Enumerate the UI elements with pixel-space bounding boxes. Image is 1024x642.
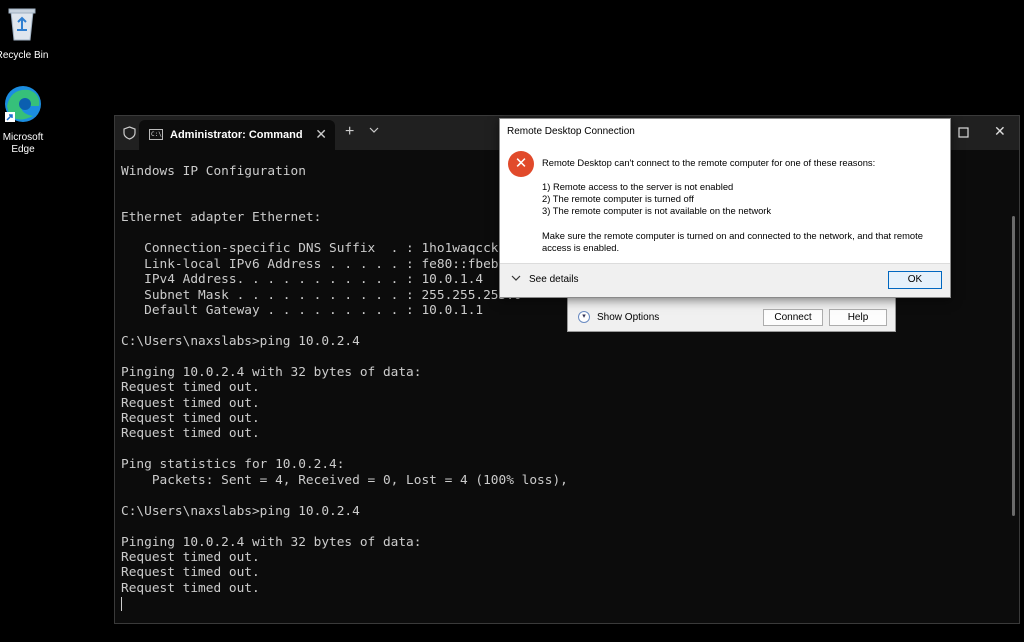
terminal-line: Request timed out. (121, 426, 260, 442)
terminal-cursor-line[interactable] (121, 596, 1009, 611)
advice-line-2: access is enabled. (542, 242, 620, 253)
terminal-line: Pinging 10.0.2.4 with 32 bytes of data: (121, 364, 422, 380)
ok-button[interactable]: OK (888, 271, 942, 289)
terminal-line: Ping statistics for 10.0.2.4: (121, 457, 345, 473)
show-options-chevron-icon[interactable]: ▾ (578, 311, 590, 323)
terminal-line: Request timed out. (121, 411, 260, 426)
shield-icon (123, 126, 136, 145)
chevron-down-icon[interactable] (511, 273, 521, 284)
reason-3: 3) The remote computer is not available … (542, 205, 772, 216)
desktop-icon-recycle-bin[interactable]: Recycle Bin (0, 4, 52, 62)
dialog-footer: See details OK (500, 263, 950, 297)
dialog-title: Remote Desktop Connection (507, 126, 635, 137)
reason-1: 1) Remote access to the server is not en… (542, 181, 734, 192)
error-dialog: Remote Desktop Connection ✕ Remote Deskt… (499, 118, 951, 298)
terminal-line: Request timed out. (121, 580, 260, 596)
terminal-line: Request timed out. (121, 395, 260, 411)
terminal-line: Packets: Sent = 4, Received = 0, Lost = … (121, 472, 568, 488)
terminal-line: C:\Users\naxslabs>ping 10.0.2.4 (121, 333, 360, 349)
terminal-line: Request timed out. (121, 565, 260, 581)
terminal-line: Request timed out. (121, 380, 260, 396)
desktop-icon-label: Recycle Bin (0, 50, 49, 61)
recycle-bin-icon (0, 4, 52, 46)
error-heading: Remote Desktop can't connect to the remo… (542, 157, 876, 168)
tab-close-icon[interactable]: ✕ (315, 126, 327, 143)
tab-title: Administrator: Command Pro (170, 129, 305, 141)
desktop-icon-label: Microsoft Edge (2, 132, 44, 155)
maximize-button[interactable] (958, 125, 969, 141)
text-cursor (121, 596, 122, 611)
new-tab-button[interactable]: + (345, 123, 354, 141)
tab-dropdown-icon[interactable] (369, 125, 379, 136)
cmd-icon: C:\ (149, 129, 163, 140)
see-details-button[interactable]: See details (529, 274, 578, 285)
advice-line-1: Make sure the remote computer is turned … (542, 230, 923, 241)
help-button[interactable]: Help (829, 309, 887, 326)
terminal-line: Request timed out. (121, 549, 260, 565)
show-options-link[interactable]: Show Options (597, 312, 659, 323)
connect-button[interactable]: Connect (763, 309, 823, 326)
edge-icon (0, 84, 53, 128)
close-window-button[interactable]: ✕ (994, 123, 1006, 140)
terminal-line: Pinging 10.0.2.4 with 32 bytes of data: (121, 534, 422, 550)
scrollbar[interactable] (1012, 216, 1015, 516)
tab-command-prompt[interactable]: C:\ Administrator: Command Pro ✕ (139, 120, 335, 150)
reason-2: 2) The remote computer is turned off (542, 193, 694, 204)
terminal-line: C:\Users\naxslabs>ping 10.0.2.4 (121, 503, 360, 519)
desktop-icon-edge[interactable]: Microsoft Edge (0, 84, 53, 156)
error-icon: ✕ (508, 151, 534, 177)
